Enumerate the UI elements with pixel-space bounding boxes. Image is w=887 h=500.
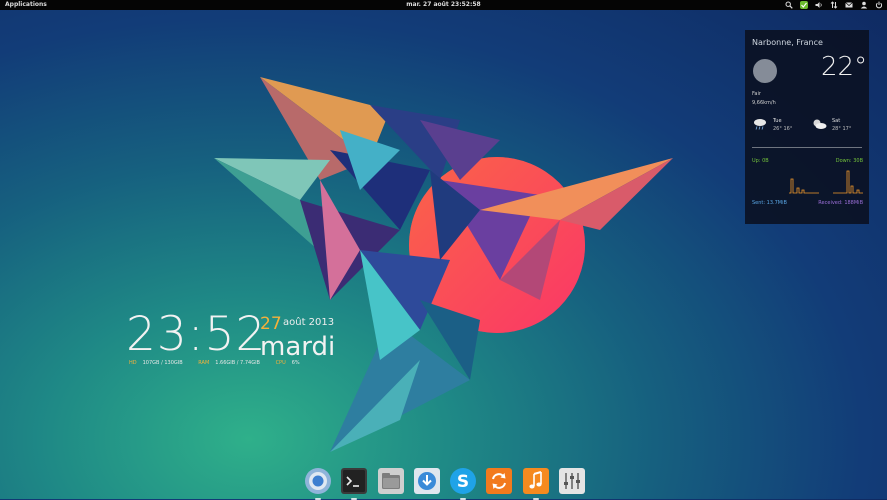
clock-weekday: mardi bbox=[260, 332, 336, 362]
terminal-icon bbox=[341, 468, 368, 494]
widget-divider bbox=[752, 147, 862, 148]
upload-graph bbox=[789, 178, 819, 194]
volume-icon[interactable] bbox=[815, 1, 823, 9]
forecast-day-1: Tue bbox=[773, 118, 782, 124]
weather-city: Narbonne, France bbox=[752, 38, 823, 47]
user-icon[interactable] bbox=[860, 1, 868, 9]
chromium-icon bbox=[305, 468, 331, 494]
forecast-temps-2: 28° 17° bbox=[832, 126, 852, 132]
files-icon bbox=[377, 468, 404, 494]
panel-clock[interactable]: mar. 27 août 23:52:58 bbox=[0, 0, 887, 10]
music-icon bbox=[522, 468, 549, 494]
dock-item-chromium[interactable] bbox=[304, 467, 332, 500]
forecast-day-2: Sat bbox=[832, 118, 841, 124]
dock-item-music[interactable] bbox=[522, 467, 550, 500]
dock-item-software-updater[interactable] bbox=[485, 467, 513, 495]
top-panel: Applications mar. 27 août 23:52:58 bbox=[0, 0, 887, 10]
dock-item-settings[interactable] bbox=[558, 467, 586, 495]
clock-time: 23:52 bbox=[126, 307, 267, 362]
weather-condition: Fair bbox=[752, 91, 761, 97]
system-stats: HD 107GB / 130GIB RAM 1.66GIB / 7.74GIB CP… bbox=[129, 360, 314, 366]
stat-value-cpu: 6% bbox=[291, 360, 300, 366]
network-icon[interactable] bbox=[830, 1, 838, 9]
dock: S bbox=[304, 463, 586, 500]
indicator-tray bbox=[785, 0, 883, 10]
mail-icon[interactable] bbox=[845, 1, 853, 9]
weather-network-widget: Narbonne, France 22° Fair 9,66km/h Tue 2… bbox=[745, 30, 869, 224]
power-icon[interactable] bbox=[875, 1, 883, 9]
forecast-temps-1: 26° 16° bbox=[773, 126, 793, 132]
clock-month-year: août 2013 bbox=[283, 317, 335, 328]
svg-text:S: S bbox=[457, 472, 469, 492]
stat-value-ram: 1.66GIB / 7.74GIB bbox=[215, 360, 260, 366]
stat-label-cpu: CPU bbox=[275, 360, 286, 366]
rain-cloud-icon bbox=[754, 119, 766, 130]
dock-item-files[interactable] bbox=[377, 467, 405, 495]
update-icon[interactable] bbox=[800, 1, 808, 9]
dock-item-skype[interactable]: S bbox=[449, 467, 477, 500]
dock-item-downloads[interactable] bbox=[413, 467, 441, 495]
network-received: Received: 188MiB bbox=[818, 200, 863, 206]
weather-wind: 9,66km/h bbox=[752, 100, 776, 106]
search-icon[interactable] bbox=[785, 1, 793, 9]
network-sent: Sent: 13.7MiB bbox=[752, 200, 787, 206]
desktop-clock-widget: 23:52 27 août 2013 mardi HD 107GB / 130GI… bbox=[126, 310, 366, 370]
stat-label-hd: HD bbox=[129, 360, 137, 366]
network-down: Down: 30B bbox=[835, 158, 863, 164]
equalizer-icon bbox=[558, 468, 585, 494]
moon-icon bbox=[753, 59, 777, 83]
stat-label-ram: RAM bbox=[198, 360, 210, 366]
partly-cloudy-icon bbox=[813, 119, 827, 129]
skype-icon: S bbox=[450, 468, 477, 494]
dock-item-terminal[interactable] bbox=[340, 467, 368, 500]
download-icon bbox=[413, 468, 440, 494]
sync-icon bbox=[486, 468, 513, 494]
download-graph bbox=[833, 170, 863, 194]
clock-day: 27 bbox=[260, 314, 282, 334]
stat-value-hd: 107GB / 130GIB bbox=[142, 360, 183, 366]
network-up: Up: 0B bbox=[752, 158, 769, 164]
weather-temperature: 22° bbox=[821, 52, 868, 82]
